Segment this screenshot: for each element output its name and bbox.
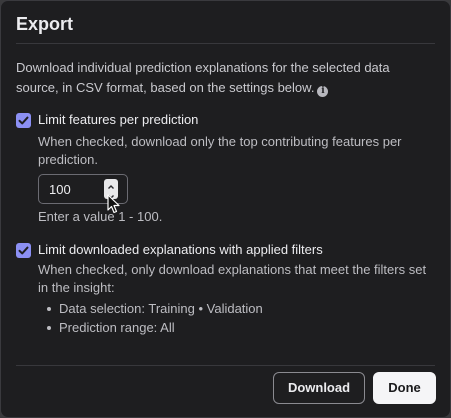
limit-filters-label[interactable]: Limit downloaded explanations with appli… <box>38 242 323 257</box>
checkmark-icon <box>18 116 29 125</box>
decrement-button[interactable] <box>104 189 118 199</box>
feature-count-input[interactable]: 100 <box>38 174 128 204</box>
limit-filters-checkbox[interactable] <box>16 243 31 258</box>
download-button[interactable]: Download <box>273 372 365 404</box>
feature-count-value: 100 <box>49 182 71 197</box>
applied-filters-list: Data selection: Training • Validation Pr… <box>38 299 263 337</box>
limit-filters-help: When checked, only download explanations… <box>38 262 427 295</box>
number-stepper[interactable] <box>104 179 118 199</box>
dialog-title: Export <box>16 14 74 34</box>
footer-divider <box>16 365 435 366</box>
increment-button[interactable] <box>104 179 118 189</box>
header-divider <box>16 43 435 44</box>
limit-features-label[interactable]: Limit features per prediction <box>38 112 198 127</box>
info-icon[interactable]: i <box>317 86 329 97</box>
filter-item-data-selection: Data selection: Training • Validation <box>38 299 263 318</box>
filter-item-prediction-range: Prediction range: All <box>38 318 263 337</box>
limit-features-checkbox[interactable] <box>16 113 31 128</box>
dialog-description: Download individual prediction explanati… <box>16 58 426 98</box>
chevron-down-icon <box>108 195 114 199</box>
description-text: Download individual prediction explanati… <box>16 60 390 95</box>
done-button[interactable]: Done <box>373 372 436 404</box>
export-dialog: Export Download individual prediction ex… <box>0 0 451 418</box>
range-hint: Enter a value 1 - 100. <box>38 209 163 224</box>
limit-features-help: When checked, download only the top cont… <box>38 134 402 167</box>
checkmark-icon <box>18 246 29 255</box>
